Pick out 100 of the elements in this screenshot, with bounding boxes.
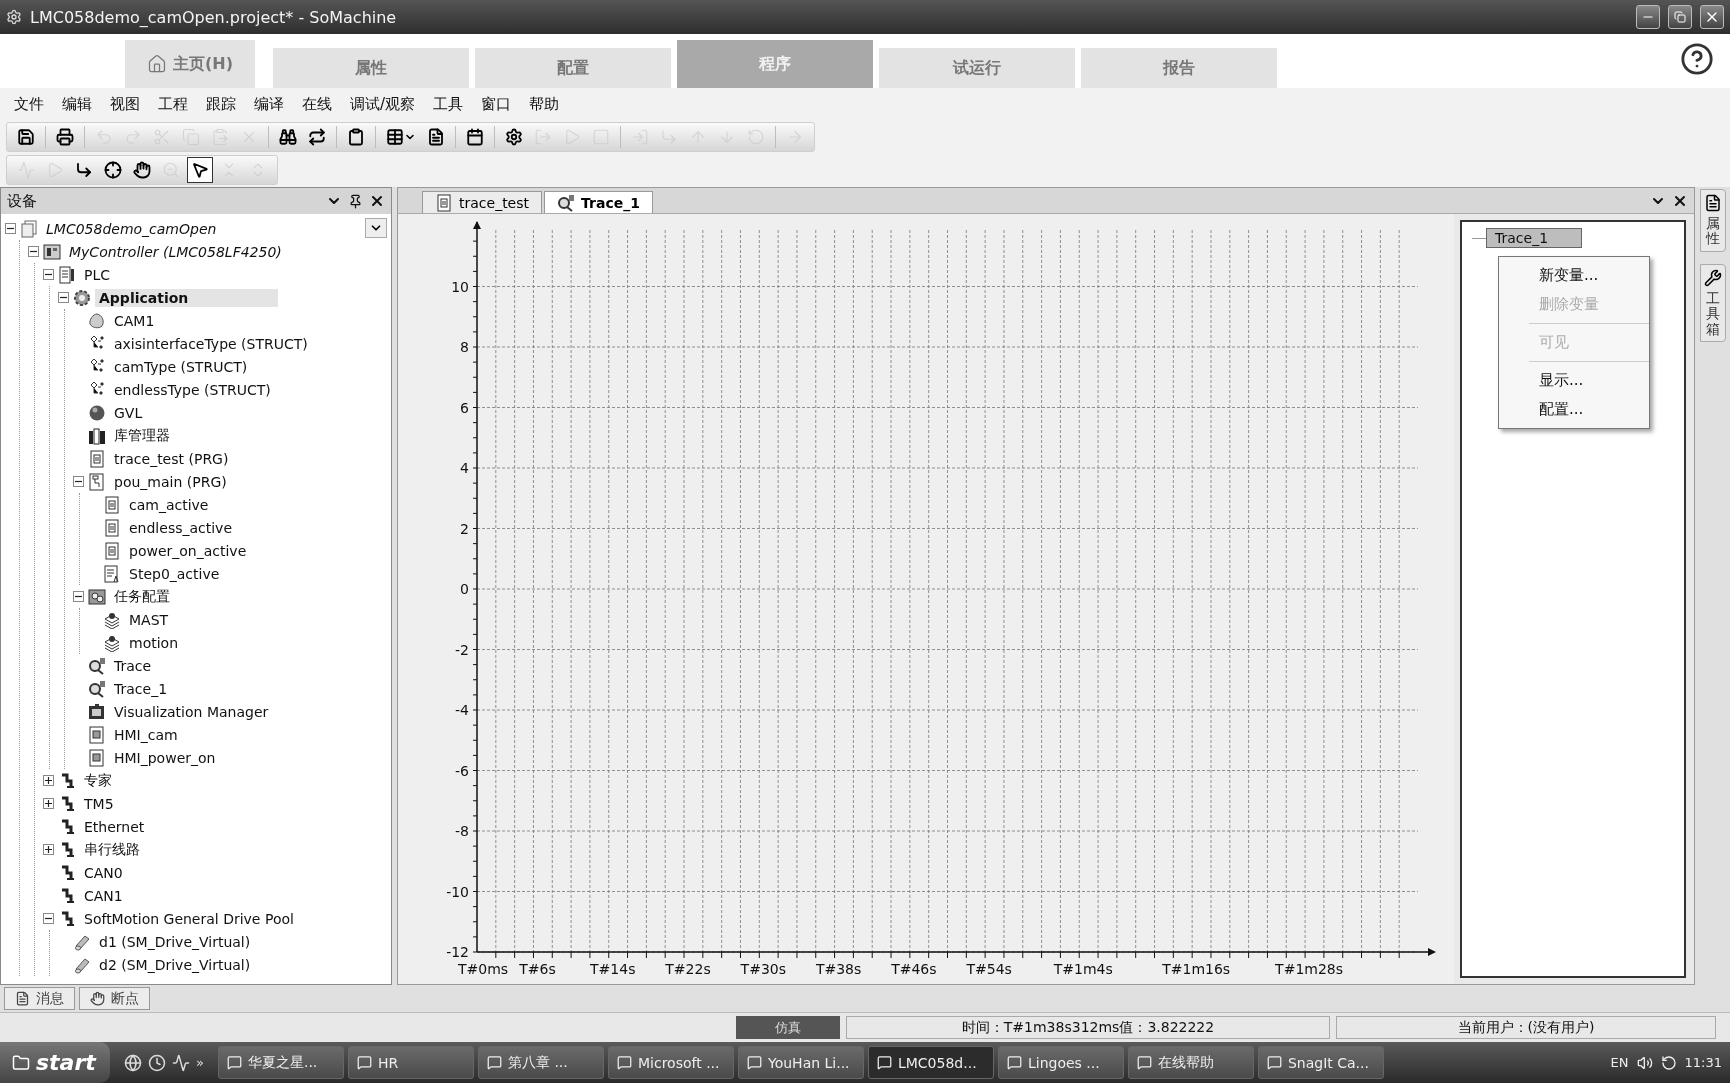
tree-item[interactable]: trace_test (PRG) [110, 449, 233, 468]
tree-item[interactable]: Trace_1 [110, 679, 172, 698]
expander-button[interactable] [43, 798, 54, 809]
books-icon [88, 426, 106, 445]
tree-item[interactable]: LMC058demo_camOpen [42, 219, 221, 238]
tree-item[interactable]: axisinterfaceType (STRUCT) [110, 334, 312, 353]
pin-button[interactable] [348, 193, 363, 209]
tree-item[interactable]: HMI_cam [110, 725, 182, 744]
bottom-tab[interactable]: 消息 [4, 987, 75, 1010]
tree-item[interactable]: HMI_power_on [110, 748, 220, 767]
speaker-icon[interactable] [1636, 1054, 1653, 1071]
mode-indicator: 仿真 [736, 1016, 840, 1039]
menu-item[interactable]: 编辑 [54, 90, 100, 118]
close-button[interactable] [1700, 5, 1724, 29]
taskbar-button[interactable]: Lingoes ... [997, 1046, 1124, 1079]
close-button[interactable] [369, 193, 385, 209]
restore-button[interactable] [1668, 5, 1692, 29]
menu-item[interactable]: 窗口 [473, 90, 520, 118]
tree-item[interactable]: Trace [110, 656, 156, 675]
help-button[interactable] [1680, 42, 1714, 76]
dropdown-button[interactable] [365, 218, 387, 238]
tree-item[interactable]: Ethernet [80, 817, 149, 836]
tree-item[interactable]: CAN1 [80, 886, 127, 905]
copy-icon [182, 127, 200, 146]
tree-item[interactable]: motion [125, 633, 183, 652]
start-button[interactable]: start [0, 1042, 110, 1083]
menu-item[interactable]: 配置... [1529, 395, 1649, 424]
editor-tab[interactable]: Trace_1 [544, 191, 653, 213]
expander-button[interactable] [73, 591, 84, 602]
tree-item[interactable]: 库管理器 [110, 425, 174, 446]
wave-icon[interactable] [172, 1053, 190, 1072]
expander-button[interactable] [5, 223, 16, 234]
menu-item[interactable]: 新变量... [1529, 261, 1649, 290]
tree-item[interactable]: TM5 [80, 794, 118, 813]
tree-item[interactable]: cam_active [125, 495, 213, 514]
side-tab[interactable]: 工具箱 [1700, 263, 1726, 342]
taskbar-button[interactable]: SnagIt Ca... [1257, 1046, 1384, 1079]
expander-button[interactable] [58, 292, 69, 303]
expander-button[interactable] [43, 269, 54, 280]
browser-icon[interactable] [124, 1053, 142, 1072]
tree-item[interactable]: power_on_active [125, 541, 251, 560]
axis-label: T#1m28s [1275, 961, 1344, 977]
minus-icon [45, 271, 52, 278]
tree-item[interactable]: Step0_active [125, 564, 224, 583]
editor-tab[interactable]: trace_test [422, 191, 543, 213]
tree-item[interactable]: GVL [110, 403, 147, 422]
menu-item[interactable]: 在线 [294, 90, 340, 118]
window-icon [1006, 1055, 1022, 1070]
tree-item[interactable]: Application [95, 288, 279, 307]
axis-label: T#0ms [457, 961, 509, 977]
taskbar-button[interactable]: YouHan Li... [737, 1046, 864, 1079]
pointer-button[interactable] [187, 157, 213, 183]
tree-item[interactable]: 专家 [80, 770, 116, 791]
bottom-tab[interactable]: 断点 [79, 987, 150, 1010]
tree-item[interactable]: camType (STRUCT) [110, 357, 252, 376]
menu-item[interactable]: 工具 [425, 90, 472, 118]
minimize-button[interactable] [1636, 5, 1660, 29]
expander-button[interactable] [43, 913, 54, 924]
tree-item[interactable]: MyController (LMC058LF4250) [65, 242, 286, 261]
menu-item[interactable]: 工程 [150, 90, 196, 118]
tree-item[interactable]: d2 (SM_Drive_Virtual) [95, 955, 255, 974]
menu-item[interactable]: 文件 [6, 90, 52, 118]
expander-button[interactable] [28, 246, 39, 257]
tree-item[interactable]: 串行线路 [80, 839, 144, 860]
tree-item[interactable]: d1 (SM_Drive_Virtual) [95, 932, 255, 951]
pin-icon [348, 193, 363, 209]
crosshair-icon [104, 161, 122, 179]
tree-item[interactable]: CAN0 [80, 863, 127, 882]
menu-item[interactable]: 编译 [246, 90, 292, 118]
side-tab[interactable]: 属性 [1700, 189, 1726, 252]
menu-item[interactable]: 显示... [1529, 366, 1649, 395]
tree-item[interactable]: SoftMotion General Drive Pool [80, 909, 298, 928]
close-icon [369, 193, 385, 209]
tree-item[interactable]: MAST [125, 610, 173, 629]
tree-item[interactable]: Trace_1 [1486, 228, 1582, 248]
clock-icon[interactable] [148, 1053, 166, 1072]
tree-item[interactable]: pou_main (PRG) [110, 472, 231, 491]
expander-button[interactable] [43, 844, 54, 855]
tree-item[interactable]: PLC [80, 265, 115, 284]
refresh-icon[interactable] [1660, 1054, 1677, 1071]
more-button[interactable]: » [196, 1055, 204, 1070]
taskbar-button[interactable]: Microsoft ... [607, 1046, 734, 1079]
menu-item[interactable]: 调试/观察 [342, 90, 424, 118]
menu-item[interactable]: 视图 [102, 90, 148, 118]
expander-button[interactable] [43, 775, 54, 786]
taskbar-button[interactable]: 第八章 ... [477, 1046, 604, 1079]
tree-item[interactable]: endlessType (STRUCT) [110, 380, 275, 399]
menu-item[interactable]: 帮助 [521, 90, 568, 118]
tree-item[interactable]: Visualization Manager [110, 702, 273, 721]
expander-button[interactable] [73, 476, 84, 487]
calendar-icon [466, 127, 484, 146]
taskbar-button[interactable]: 华夏之星... [217, 1046, 344, 1079]
tree-item[interactable]: CAM1 [110, 311, 159, 330]
tree-item[interactable]: 任务配置 [110, 586, 174, 607]
menu-item[interactable]: 跟踪 [198, 90, 244, 118]
tree-item[interactable]: endless_active [125, 518, 237, 537]
taskbar-button[interactable]: HR [347, 1046, 474, 1079]
language-indicator[interactable]: EN [1610, 1055, 1629, 1070]
taskbar-button[interactable]: 在线帮助 [1127, 1046, 1254, 1079]
taskbar-button[interactable]: LMC058d... [867, 1046, 994, 1079]
